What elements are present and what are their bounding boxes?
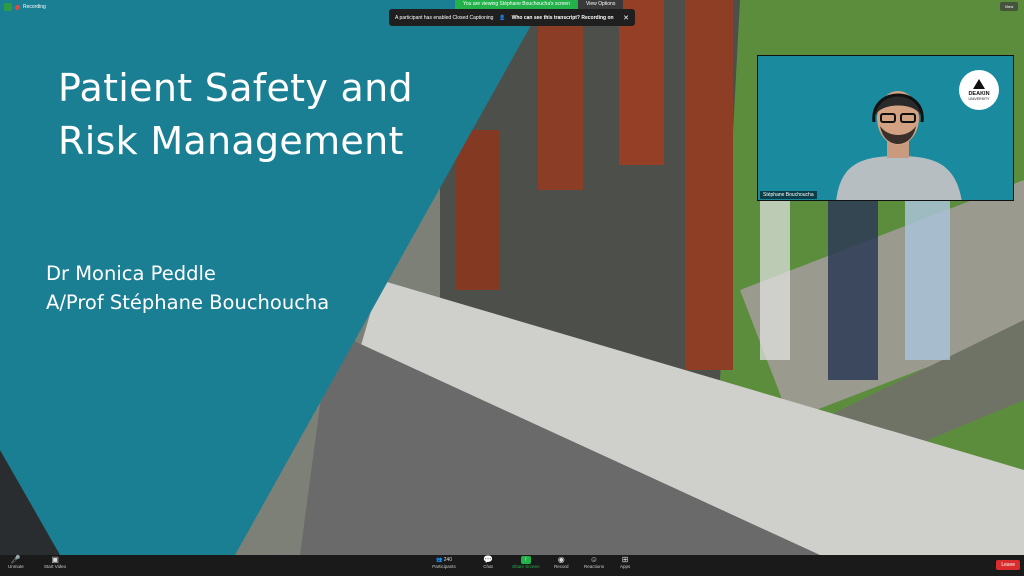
closed-caption-banner: A participant has enabled Closed Caption…	[389, 9, 635, 26]
recording-indicator: Recording	[4, 3, 46, 11]
view-button[interactable]: View	[1000, 2, 1018, 11]
chat-button[interactable]: 💬 Chat	[483, 555, 493, 570]
slide-authors: Dr Monica Peddle A/Prof Stéphane Bouchou…	[46, 259, 329, 317]
participants-icon: 👥 240	[436, 557, 452, 563]
chat-label: Chat	[483, 564, 493, 569]
start-video-label: Start Video	[44, 564, 67, 569]
apps-button[interactable]: ⊞ Apps	[620, 555, 631, 570]
caption-question-link[interactable]: Who can see this transcript? Recording o…	[512, 15, 614, 21]
unmute-label: Unmute	[8, 564, 24, 569]
slide-title-line2: Risk Management	[58, 119, 404, 163]
participants-button[interactable]: 👥 240 Participants	[432, 556, 456, 569]
author-1: Dr Monica Peddle	[46, 262, 216, 285]
close-icon[interactable]: ✕	[623, 14, 629, 22]
viewing-text: You are viewing Stéphane Bouchoucha's sc…	[455, 0, 578, 9]
reactions-icon: ☺	[589, 555, 599, 564]
slide-title: Patient Safety and Risk Management	[58, 62, 413, 168]
microphone-muted-icon: 🎤	[10, 555, 21, 564]
share-screen-icon: ↑	[520, 556, 531, 564]
caption-message: A participant has enabled Closed Caption…	[395, 14, 494, 21]
deakin-logo: DEAKIN UNIVERSITY	[959, 70, 999, 110]
recording-label: Recording	[23, 4, 46, 10]
recording-dot-icon	[15, 4, 20, 10]
video-camera-off-icon: ▣	[51, 555, 59, 564]
participants-count: 240	[443, 557, 452, 563]
view-options-button[interactable]: View Options	[577, 0, 624, 9]
record-button[interactable]: ◉ Record	[554, 555, 569, 570]
participants-label: Participants	[432, 564, 456, 569]
reactions-label: Reactions	[584, 564, 605, 569]
security-shield-icon[interactable]	[4, 3, 12, 11]
meeting-toolbar: 🎤 Unmute ▣ Start Video 👥 240 Participant…	[0, 555, 1024, 576]
leave-button[interactable]: Leave	[996, 560, 1020, 570]
share-screen-button[interactable]: ↑ Share Screen	[512, 556, 540, 569]
reactions-button[interactable]: ☺ Reactions	[584, 555, 605, 570]
participant-name: Stéphane Bouchoucha	[760, 191, 817, 199]
record-label: Record	[554, 564, 569, 569]
slide-title-line1: Patient Safety and	[58, 66, 413, 110]
logo-text-2: UNIVERSITY	[968, 97, 990, 101]
share-screen-label: Share Screen	[512, 564, 540, 569]
start-video-button[interactable]: ▣ Start Video	[44, 555, 67, 570]
person-icon: 👤	[499, 14, 506, 21]
apps-label: Apps	[620, 564, 631, 569]
viewing-banner: You are viewing Stéphane Bouchoucha's sc…	[455, 0, 624, 9]
apps-icon: ⊞	[621, 555, 629, 564]
chat-bubble-icon: 💬	[483, 555, 493, 564]
speaker-video[interactable]: DEAKIN UNIVERSITY Stéphane Bouchoucha	[757, 55, 1014, 201]
author-2: A/Prof Stéphane Bouchoucha	[46, 291, 330, 314]
deakin-mark-icon	[973, 79, 985, 89]
unmute-button[interactable]: 🎤 Unmute	[8, 555, 24, 570]
record-icon: ◉	[557, 555, 565, 564]
